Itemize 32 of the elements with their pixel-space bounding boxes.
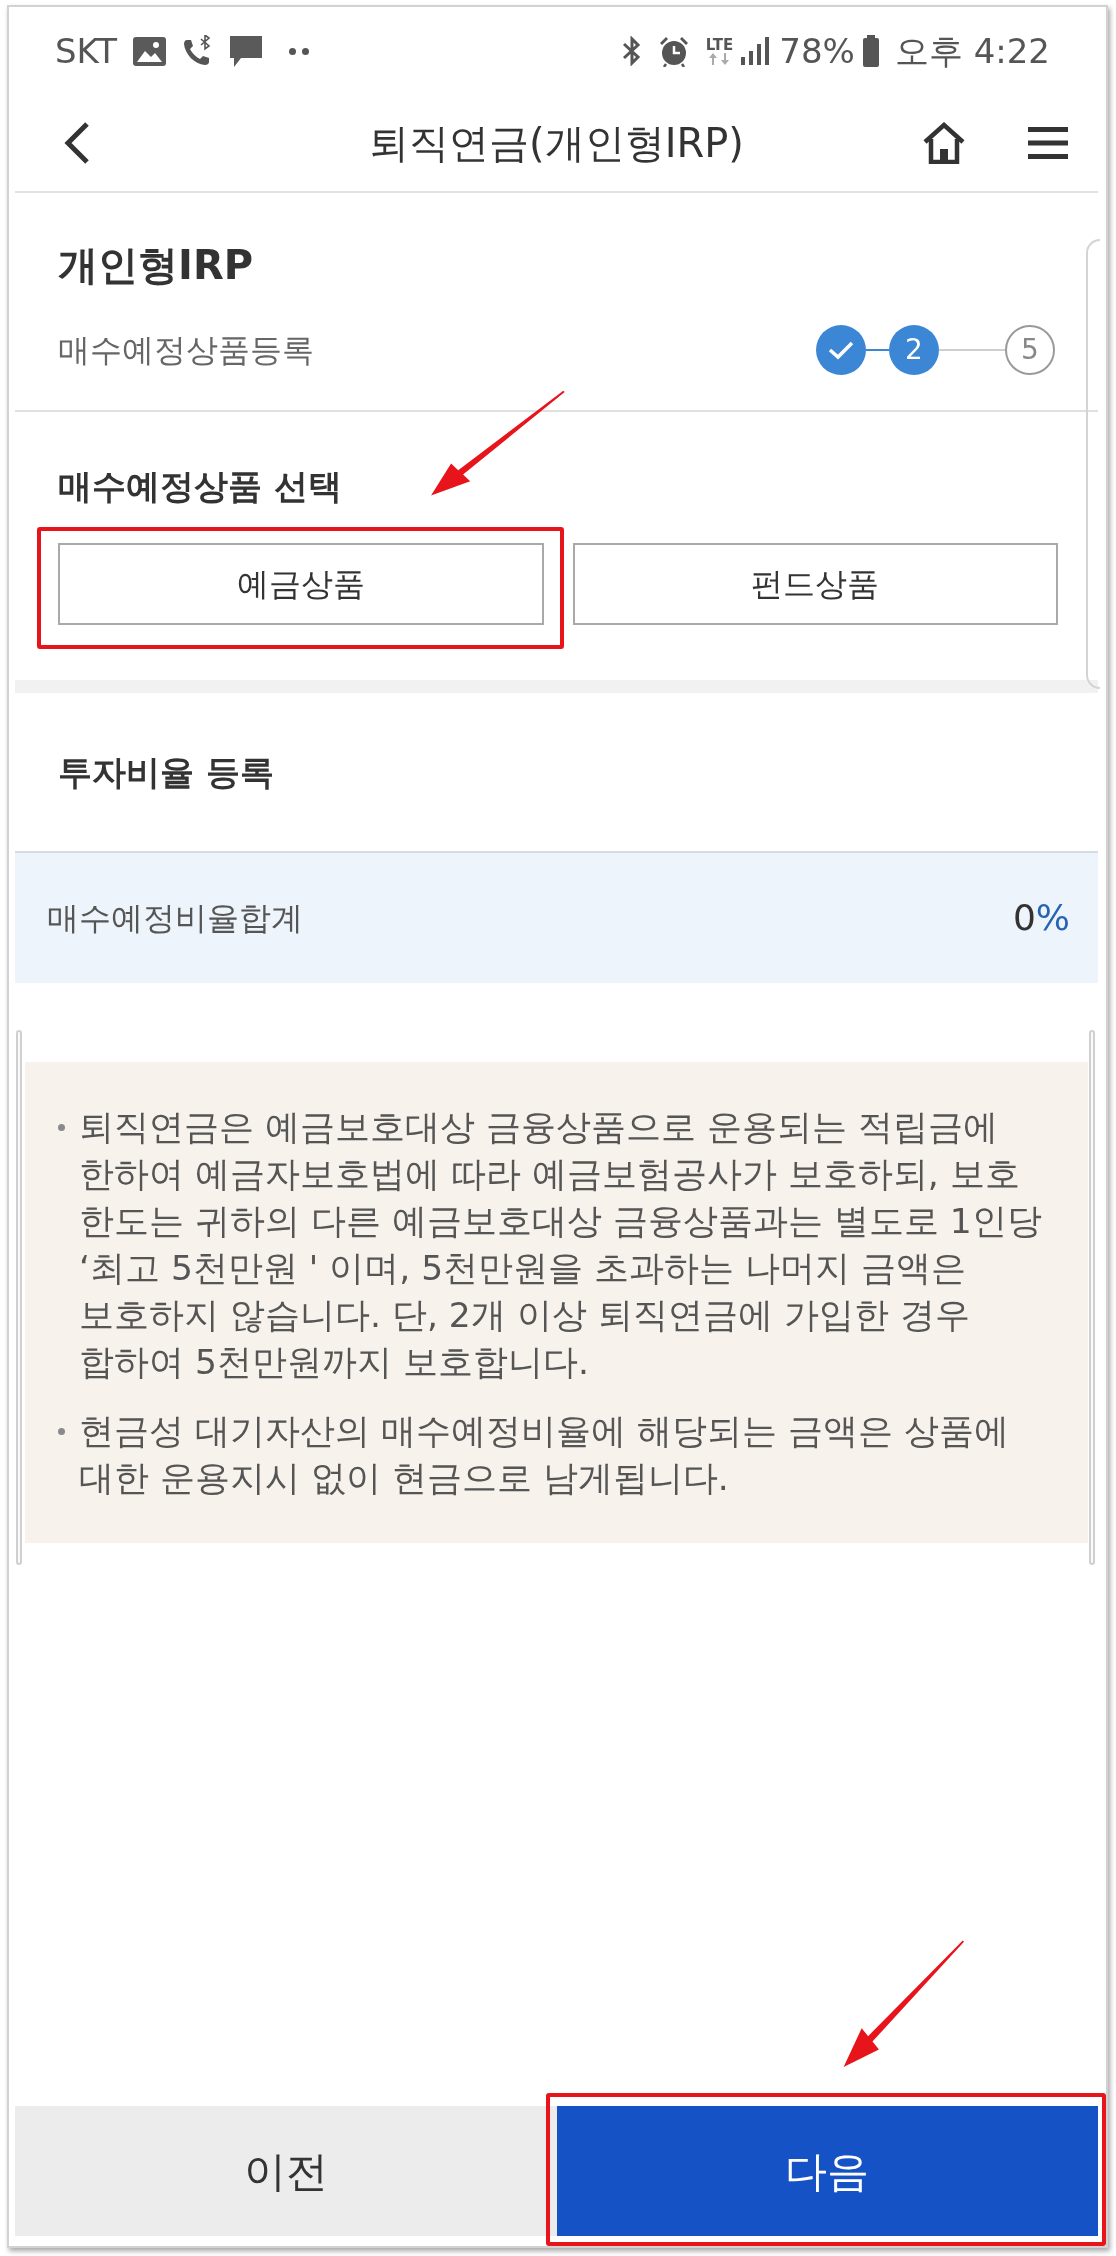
section-heading: 매수예정상품 선택 [58,466,343,507]
more-notifications-icon [289,47,309,55]
bluetooth-icon [621,36,642,66]
network-type: LTE [705,37,734,53]
step-number: 2 [889,325,939,375]
ratio-total-label: 매수예정비율합계 [47,898,303,939]
ratio-total-value: 0 [1012,896,1036,940]
battery-icon [862,35,879,67]
section-heading: 투자비율 등록 [58,752,275,793]
notice-text: 퇴직연금은 예금보호대상 금융상품으로 운용되는 적립금에 한하여 예금자보호법에 따라 예금보험공사가 보호하되, 보호 한도는 귀하의 다른 예금보호대상 금융상품과는 별도로 1인당 ‘최고 5천만원 ' 이며, 5천만원을 초과하는 나머지 금액은 보호하지 않습니다. 단, 2개 이상 퇴직연금에 가입한 경우 합하여 5천만원까지 보호합니다. [79,1106,1043,1384]
previous-button[interactable]: 이전 [15,2106,557,2236]
next-button[interactable]: 다음 [556,2106,1098,2236]
message-icon [230,35,262,67]
signal-icon [741,37,772,65]
image-icon [133,36,166,66]
carrier-name: SKT [55,34,117,68]
bullet-icon [58,1428,65,1435]
clock-time: 오후 4:22 [894,34,1050,68]
product-type-button[interactable]: 펀드상품 [572,543,1058,625]
percent-unit: % [1035,896,1070,940]
menu-icon[interactable] [1028,127,1068,159]
product-type-button[interactable]: 예금상품 [58,543,544,625]
screen-title: 퇴직연금(개인형IRP) [369,119,744,168]
bullet-icon [58,1124,65,1131]
notice-text: 현금성 대기자산의 매수예정비율에 해당되는 금액은 상품에 대한 운용지시 없이 현금으로 남게됩니다. [79,1410,1010,1500]
home-icon[interactable] [922,122,966,164]
battery-percent: 78% [779,34,855,68]
step-number: 5 [1005,325,1055,375]
back-icon[interactable] [62,121,92,165]
data-arrows-icon [708,52,731,65]
step-name: 매수예정상품등록 [58,330,314,371]
page-title: 개인형IRP [58,241,254,289]
